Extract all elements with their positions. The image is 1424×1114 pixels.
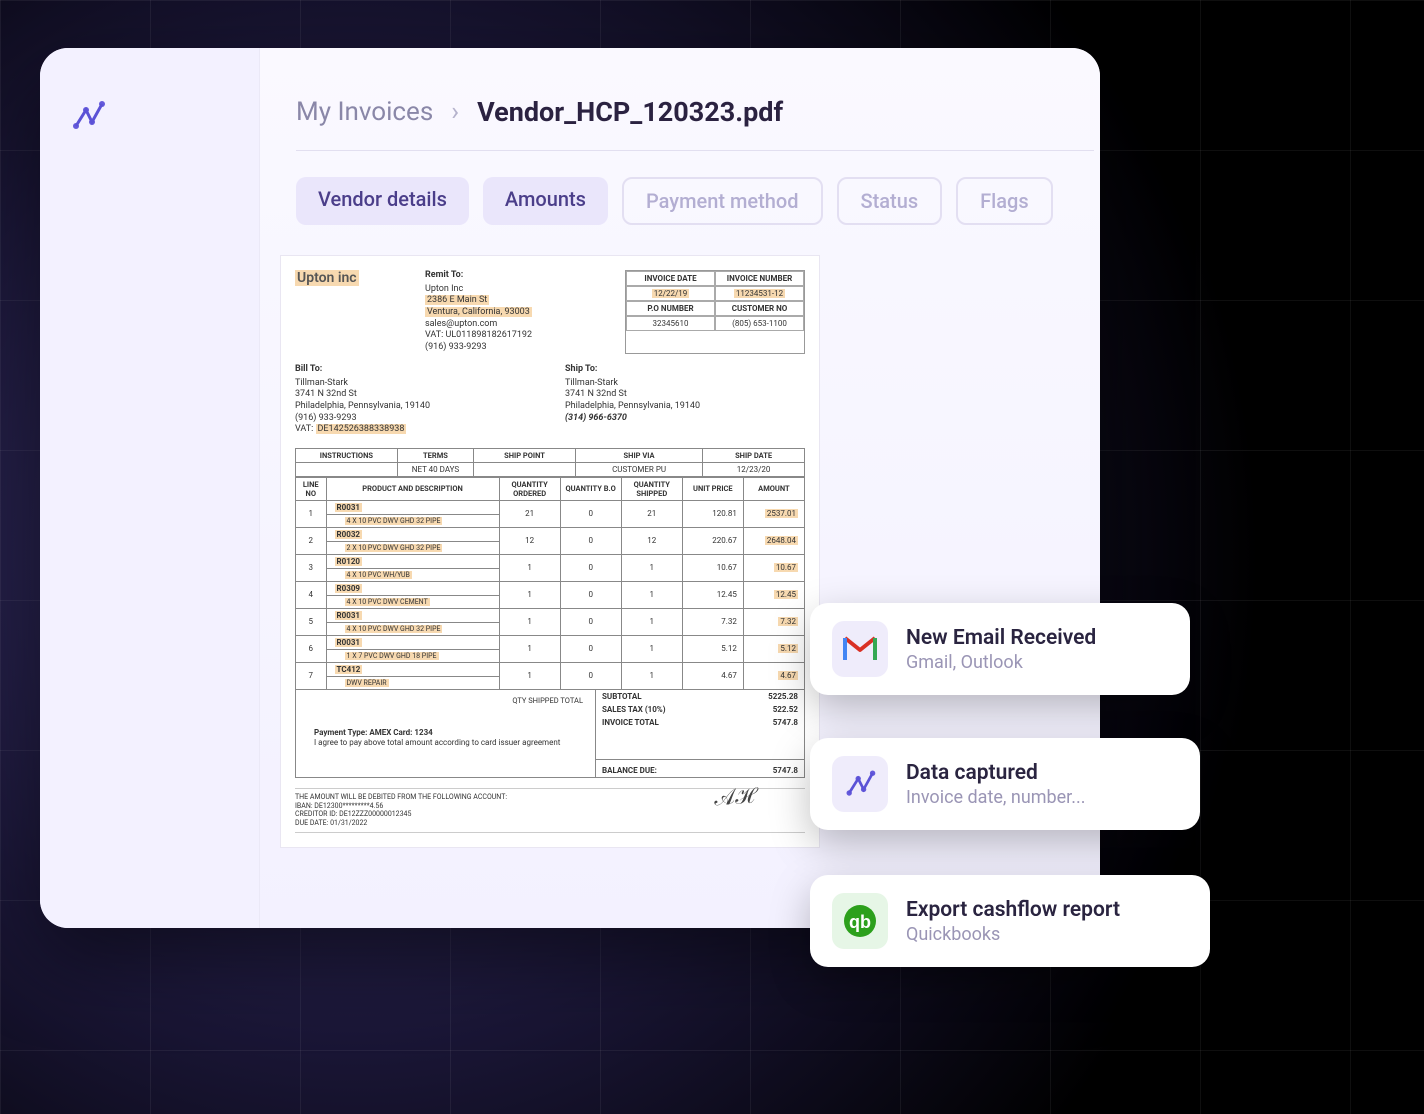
card-subtitle: Quickbooks bbox=[906, 924, 1120, 945]
table-row: 4R030910112.4512.45 bbox=[296, 581, 805, 595]
card-title: Data captured bbox=[906, 761, 1085, 785]
card-title: Export cashflow report bbox=[906, 898, 1120, 922]
meta-v-cust: (805) 653-1100 bbox=[715, 316, 804, 331]
card-subtitle: Invoice date, number... bbox=[906, 787, 1085, 808]
automation-card-email[interactable]: New Email Received Gmail, Outlook bbox=[810, 603, 1190, 695]
quickbooks-icon: qb bbox=[832, 893, 888, 949]
table-row: 2R003212012220.672648.04 bbox=[296, 527, 805, 541]
table-row: 5R00311017.327.32 bbox=[296, 608, 805, 622]
remit-to-label: Remit To: bbox=[425, 270, 615, 282]
ship-name: Tillman-Stark bbox=[565, 378, 805, 390]
bill-name: Tillman-Stark bbox=[295, 378, 535, 390]
card-title: New Email Received bbox=[906, 626, 1096, 650]
tab-vendor-details[interactable]: Vendor details bbox=[296, 177, 469, 225]
remit-vat: VAT: UL011898182617192 bbox=[425, 330, 615, 342]
bill-city: Philadelphia, Pennsylvania, 19140 bbox=[295, 401, 535, 413]
meta-h-cust: CUSTOMER NO bbox=[715, 301, 804, 316]
automation-card-export[interactable]: qb Export cashflow report Quickbooks bbox=[810, 875, 1210, 967]
remit-name: Upton Inc bbox=[425, 284, 615, 296]
meta-h-inv-date: INVOICE DATE bbox=[626, 271, 715, 286]
vendor-name: Upton inc bbox=[295, 270, 415, 286]
terms-table: INSTRUCTIONS TERMS SHIP POINT SHIP VIA S… bbox=[295, 448, 805, 477]
table-row: 6R00311015.125.12 bbox=[296, 635, 805, 649]
remit-email: sales@upton.com bbox=[425, 319, 615, 331]
totals-block: QTY SHIPPED TOTAL Payment Type: AMEX Car… bbox=[295, 690, 805, 778]
table-row: 7TC4121014.674.67 bbox=[296, 662, 805, 676]
ship-phone: (314) 966-6370 bbox=[565, 413, 805, 425]
chevron-right-icon: › bbox=[451, 97, 459, 127]
meta-h-po: P.O NUMBER bbox=[626, 301, 715, 316]
bill-street: 3741 N 32nd St bbox=[295, 389, 535, 401]
invoice-meta-box: INVOICE DATE INVOICE NUMBER 12/22/19 112… bbox=[625, 270, 805, 354]
gmail-icon bbox=[832, 621, 888, 677]
bill-phone: (916) 933-9293 bbox=[295, 413, 535, 425]
bill-vat: VAT: DE142526388338938 bbox=[295, 424, 535, 436]
automation-card-capture[interactable]: Data captured Invoice date, number... bbox=[810, 738, 1200, 830]
qty-shipped-total-label: QTY SHIPPED TOTAL bbox=[314, 696, 583, 706]
bill-to-label: Bill To: bbox=[295, 364, 535, 376]
table-row: 3R012010110.6710.67 bbox=[296, 554, 805, 568]
svg-text:qb: qb bbox=[849, 912, 871, 932]
payment-agreement-line: I agree to pay above total amount accord… bbox=[314, 738, 587, 748]
fine-print: THE AMOUNT WILL BE DEBITED FROM THE FOLL… bbox=[295, 788, 805, 833]
breadcrumb: My Invoices › Vendor_HCP_120323.pdf bbox=[296, 96, 1094, 151]
app-logo-icon bbox=[68, 96, 108, 136]
breadcrumb-root[interactable]: My Invoices bbox=[296, 97, 433, 127]
sidebar bbox=[40, 48, 260, 928]
breadcrumb-current: Vendor_HCP_120323.pdf bbox=[477, 96, 783, 128]
meta-v-inv-date: 12/22/19 bbox=[626, 286, 715, 301]
ship-city: Philadelphia, Pennsylvania, 19140 bbox=[565, 401, 805, 413]
tab-amounts[interactable]: Amounts bbox=[483, 177, 608, 225]
line-items-table: LINE NO PRODUCT AND DESCRIPTION QUANTITY… bbox=[295, 477, 805, 690]
tab-payment-method[interactable]: Payment method bbox=[622, 177, 823, 225]
meta-v-inv-no: 11234531-12 bbox=[715, 286, 804, 301]
invoice-preview: Upton inc Remit To: Upton Inc 2386 E Mai… bbox=[280, 255, 820, 848]
meta-v-po: 32345610 bbox=[626, 316, 715, 331]
remit-street: 2386 E Main St bbox=[425, 295, 615, 307]
tab-flags[interactable]: Flags bbox=[956, 177, 1053, 225]
ship-street: 3741 N 32nd St bbox=[565, 389, 805, 401]
card-subtitle: Gmail, Outlook bbox=[906, 652, 1096, 673]
remit-city: Ventura, California, 93003 bbox=[425, 307, 615, 319]
meta-h-inv-no: INVOICE NUMBER bbox=[715, 271, 804, 286]
signature-icon: 𝒜ℋ bbox=[713, 782, 755, 812]
ship-to-label: Ship To: bbox=[565, 364, 805, 376]
tab-bar: Vendor details Amounts Payment method St… bbox=[296, 177, 1094, 225]
data-capture-icon bbox=[832, 756, 888, 812]
payment-type-line: Payment Type: AMEX Card: 1234 bbox=[314, 728, 587, 738]
table-row: 1R003121021120.812537.01 bbox=[296, 500, 805, 514]
tab-status[interactable]: Status bbox=[837, 177, 943, 225]
remit-phone: (916) 933-9293 bbox=[425, 342, 615, 354]
